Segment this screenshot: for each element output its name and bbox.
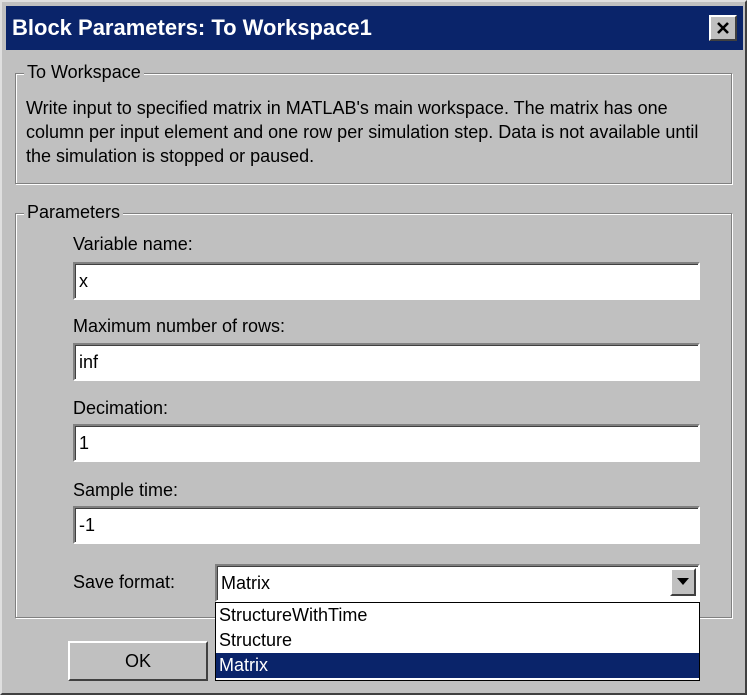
variable-name-input[interactable]: x	[73, 262, 700, 300]
save-format-select[interactable]: Matrix	[215, 564, 700, 602]
sample-time-input[interactable]: -1	[73, 506, 700, 544]
max-rows-label: Maximum number of rows:	[73, 316, 286, 336]
chevron-down-icon	[677, 578, 689, 585]
description-group-legend: To Workspace	[24, 62, 144, 83]
close-icon	[717, 22, 729, 34]
variable-name-label: Variable name:	[73, 234, 193, 254]
option-structure[interactable]: Structure	[216, 628, 699, 653]
block-parameters-dialog: Block Parameters: To Workspace1 To Works…	[0, 0, 747, 695]
max-rows-input[interactable]: inf	[73, 343, 700, 381]
close-button[interactable]	[709, 15, 737, 41]
save-format-value: Matrix	[221, 573, 270, 593]
window-title: Block Parameters: To Workspace1	[12, 15, 372, 40]
ok-button[interactable]: OK	[68, 641, 208, 681]
ok-button-label: OK	[124, 650, 151, 671]
title-bar[interactable]: Block Parameters: To Workspace1	[6, 6, 743, 50]
block-description: Write input to specified matrix in MATLA…	[26, 98, 699, 166]
decimation-input[interactable]: 1	[73, 424, 700, 462]
sample-time-label: Sample time:	[73, 480, 179, 500]
save-format-dropdown-button[interactable]	[670, 568, 696, 596]
description-group: To Workspace Write input to specified ma…	[15, 62, 732, 184]
save-format-label: Save format:	[73, 572, 176, 592]
option-structure-with-time[interactable]: StructureWithTime	[216, 603, 699, 628]
decimation-label: Decimation:	[73, 398, 169, 418]
save-format-options-list[interactable]: StructureWithTime Structure Matrix	[215, 602, 700, 681]
parameters-group-legend: Parameters	[24, 202, 124, 223]
option-matrix[interactable]: Matrix	[216, 653, 699, 678]
